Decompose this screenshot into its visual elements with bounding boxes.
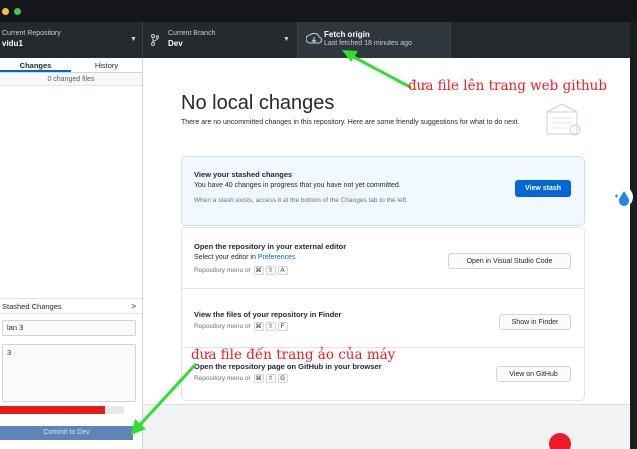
arrow-to-commit	[131, 363, 197, 435]
annotation-bottom: đưa file đến trang ảo của máy	[191, 347, 396, 363]
arrow-to-fetch	[342, 50, 412, 89]
annotation-arrows	[131, 50, 412, 435]
annotation-top: đưa file lên trang web github	[408, 78, 608, 94]
